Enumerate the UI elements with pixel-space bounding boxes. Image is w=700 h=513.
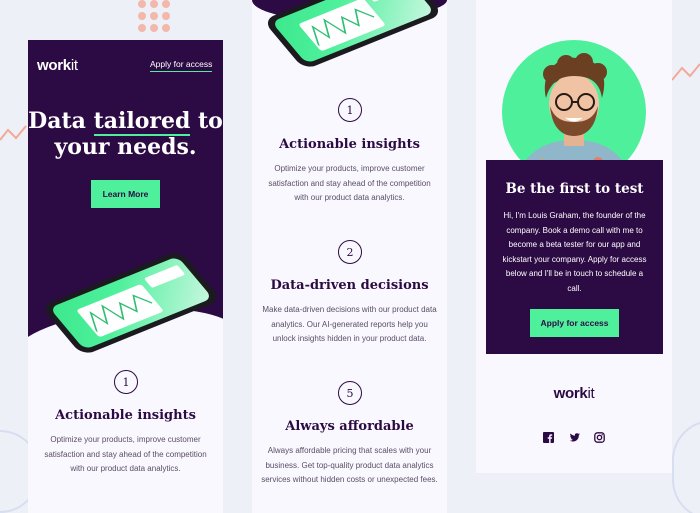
footer-logo[interactable]: workit [476, 385, 672, 402]
feature-description: Optimize your products, improve customer… [268, 164, 431, 202]
feature-number-badge: 1 [114, 370, 138, 394]
feature-title: Always affordable [285, 419, 414, 434]
apply-for-access-button[interactable]: Apply for access [530, 309, 619, 337]
feature-description: Optimize your products, improve customer… [44, 435, 207, 473]
instagram-icon[interactable] [594, 430, 605, 443]
facebook-icon[interactable] [543, 430, 554, 443]
learn-more-button[interactable]: Learn More [91, 180, 160, 208]
mobile-preview-cta: Be the first to test Hi, I'm Louis Graha… [476, 0, 672, 473]
cta-title: Be the first to test [505, 181, 644, 197]
cta-description: Hi, I'm Louis Graham, the founder of the… [502, 211, 647, 293]
feature-number-badge: 1 [338, 98, 362, 122]
twitter-icon[interactable] [569, 430, 580, 441]
decorative-circle [672, 420, 700, 513]
feature-title: Actionable insights [55, 408, 196, 423]
cta-card: Be the first to test Hi, I'm Louis Graha… [486, 160, 663, 354]
feature-description: Make data-driven decisions with our prod… [262, 305, 437, 343]
logo[interactable]: workit [37, 57, 78, 74]
mobile-preview-features: 1 Actionable insights Optimize your prod… [252, 0, 447, 513]
feature-number-badge: 2 [338, 240, 362, 264]
title-highlight: tailored [93, 108, 191, 136]
feature-title: Actionable insights [279, 137, 420, 152]
feature-number-badge: 5 [338, 381, 362, 405]
decorative-zigzag [0, 125, 27, 141]
mobile-preview-hero: workit Apply for access Data tailored to… [28, 40, 223, 513]
phone-illustration [262, 0, 444, 71]
feature-title: Data-driven decisions [270, 278, 429, 293]
social-links [543, 429, 605, 443]
decorative-zigzag [672, 63, 700, 81]
decorative-dots [138, 0, 178, 40]
apply-for-access-link[interactable]: Apply for access [150, 59, 213, 72]
hero-title: Data tailored to your needs. [28, 108, 223, 160]
feature-description: Always affordable pricing that scales wi… [261, 446, 438, 484]
